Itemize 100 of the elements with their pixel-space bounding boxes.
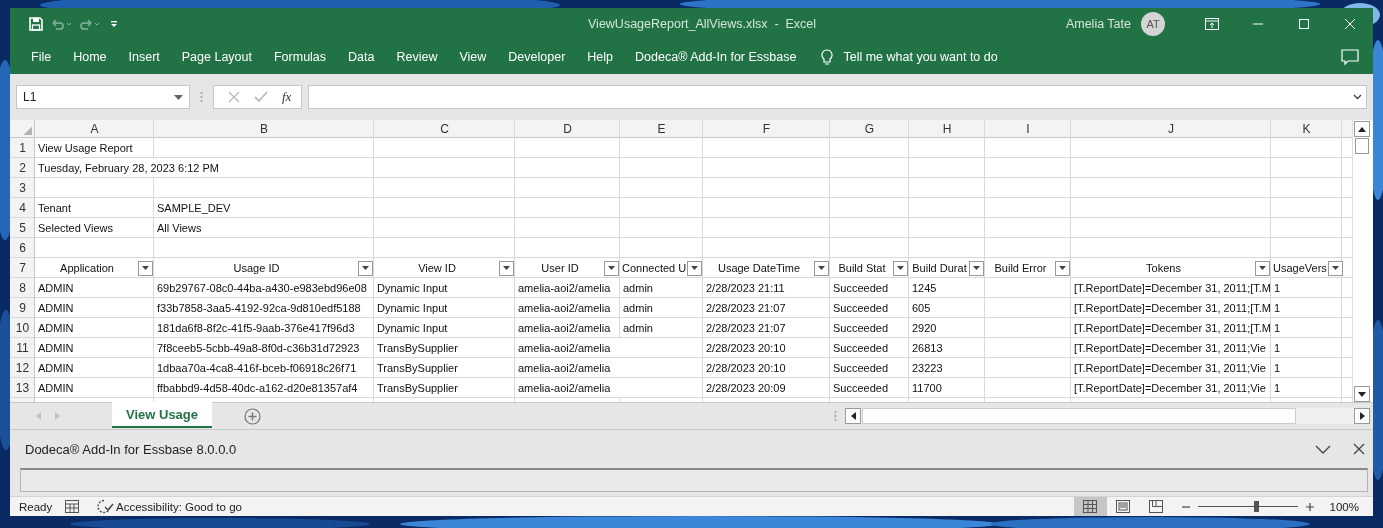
insert-function-button[interactable]: fx (282, 89, 292, 105)
filter-button[interactable] (499, 260, 514, 276)
normal-view-button[interactable] (1073, 497, 1107, 516)
filter-button[interactable] (969, 260, 984, 276)
filter-button[interactable] (1055, 260, 1070, 276)
column-header[interactable]: A (35, 120, 154, 138)
column-header[interactable]: G (830, 120, 909, 138)
worksheet-icon[interactable] (65, 500, 79, 513)
scroll-right-button[interactable] (1354, 408, 1370, 424)
ribbon-tab[interactable]: Home (62, 50, 118, 64)
scrollbar-thumb[interactable] (862, 408, 1296, 424)
row-header[interactable]: 11 (10, 338, 35, 358)
row-header[interactable]: 9 (10, 298, 35, 318)
caret-icon[interactable] (817, 265, 826, 271)
caret-icon[interactable] (1258, 265, 1267, 271)
row-header[interactable]: 13 (10, 378, 35, 398)
formula-field[interactable] (308, 85, 1367, 109)
row-header[interactable]: 12 (10, 358, 35, 378)
filter-button[interactable] (1255, 260, 1270, 276)
column-title: View ID (417, 262, 457, 274)
ribbon-tab[interactable]: Page Layout (170, 50, 263, 64)
column-header[interactable]: I (985, 120, 1071, 138)
ribbon-display-icon[interactable] (1205, 18, 1219, 30)
comment-icon[interactable] (1341, 48, 1359, 66)
filter-button[interactable] (814, 260, 829, 276)
row-header[interactable]: 8 (10, 278, 35, 298)
caret-icon[interactable] (502, 265, 511, 271)
column-header[interactable]: F (703, 120, 830, 138)
up-arrow-icon[interactable] (1357, 126, 1366, 132)
caret-icon[interactable] (972, 265, 981, 271)
collapse-button[interactable] (1315, 444, 1331, 454)
down-arrow-icon[interactable] (1357, 391, 1366, 397)
slider-thumb[interactable] (1253, 501, 1259, 512)
column-header[interactable]: B (154, 120, 374, 138)
ribbon-tab[interactable]: Developer (497, 50, 577, 64)
page-break-icon[interactable] (1148, 499, 1165, 514)
add-sheet-icon[interactable] (244, 407, 262, 425)
row-header[interactable]: 6 (10, 238, 35, 258)
filter-button[interactable] (893, 260, 908, 276)
filter-button[interactable] (138, 260, 153, 276)
column-title: Usage DateTime (716, 262, 802, 274)
column-title: UsageVers (1273, 262, 1327, 274)
row-header[interactable]: 3 (10, 178, 35, 198)
tell-me-search[interactable]: Tell me what you want to do (843, 50, 998, 64)
ribbon-tab[interactable]: Data (337, 50, 386, 64)
save-icon[interactable] (28, 16, 44, 32)
row-header[interactable]: 5 (10, 218, 35, 238)
close-button[interactable] (1353, 443, 1365, 455)
zoom-level[interactable]: 100% (1329, 500, 1359, 513)
ribbon-tab[interactable]: File (20, 50, 63, 64)
grip-icon (200, 91, 203, 103)
scroll-up-button[interactable] (1353, 121, 1370, 137)
scroll-down-button[interactable] (1353, 386, 1370, 402)
ribbon-tab[interactable]: Formulas (262, 50, 338, 64)
accessibility-icon[interactable] (97, 499, 114, 514)
left-arrow-icon[interactable] (850, 412, 856, 420)
ribbon-tab[interactable]: Help (576, 50, 625, 64)
column-header[interactable]: K (1271, 120, 1342, 138)
filter-button[interactable] (358, 260, 373, 276)
caret-icon[interactable] (1330, 265, 1340, 271)
filter-button[interactable] (1327, 260, 1343, 276)
row-header[interactable]: 1 (10, 138, 35, 158)
ribbon-tab[interactable]: Insert (117, 50, 171, 64)
maximize-icon[interactable] (1298, 18, 1310, 30)
page-icon[interactable] (1115, 499, 1132, 514)
right-arrow-icon[interactable] (1359, 412, 1365, 420)
scrollbar-thumb[interactable] (1354, 138, 1369, 154)
caret-icon[interactable] (1058, 265, 1067, 271)
row-header[interactable]: 4 (10, 198, 35, 218)
row-header[interactable]: 2 (10, 158, 35, 178)
column-title: User ID (540, 262, 580, 274)
caret-icon[interactable] (607, 265, 616, 271)
zoom-in-icon[interactable] (1304, 501, 1315, 512)
grid-icon[interactable] (1082, 499, 1099, 514)
close-icon[interactable] (1344, 18, 1356, 30)
caret-icon[interactable] (896, 265, 905, 271)
name-box[interactable]: L1 (16, 85, 190, 109)
row-header[interactable]: 10 (10, 318, 35, 338)
ribbon-tab[interactable]: Review (385, 50, 449, 64)
column-header[interactable]: E (620, 120, 703, 138)
caret-icon[interactable] (174, 94, 183, 100)
column-header[interactable]: D (515, 120, 620, 138)
filter-button[interactable] (604, 260, 619, 276)
user-avatar[interactable]: AT (1141, 12, 1165, 36)
column-header[interactable]: J (1071, 120, 1271, 138)
column-header[interactable]: H (909, 120, 985, 138)
column-title: Build Durat (911, 262, 968, 274)
caret-icon[interactable] (141, 265, 150, 271)
ribbon-tab[interactable]: Dodeca® Add-In for Essbase (624, 50, 808, 64)
caret-icon[interactable] (690, 265, 700, 271)
filter-button[interactable] (687, 260, 703, 276)
column-header[interactable]: C (374, 120, 515, 138)
ribbon-tab[interactable]: View (448, 50, 498, 64)
check-icon[interactable] (254, 91, 268, 103)
row-header[interactable]: 7 (10, 258, 35, 278)
scroll-left-button[interactable] (845, 408, 861, 424)
expand-icon[interactable] (1353, 94, 1362, 100)
accessibility-status[interactable]: Accessibility: Good to go (116, 500, 242, 513)
caret-icon[interactable] (361, 265, 370, 271)
sheet-tab[interactable]: View Usage (112, 402, 213, 428)
